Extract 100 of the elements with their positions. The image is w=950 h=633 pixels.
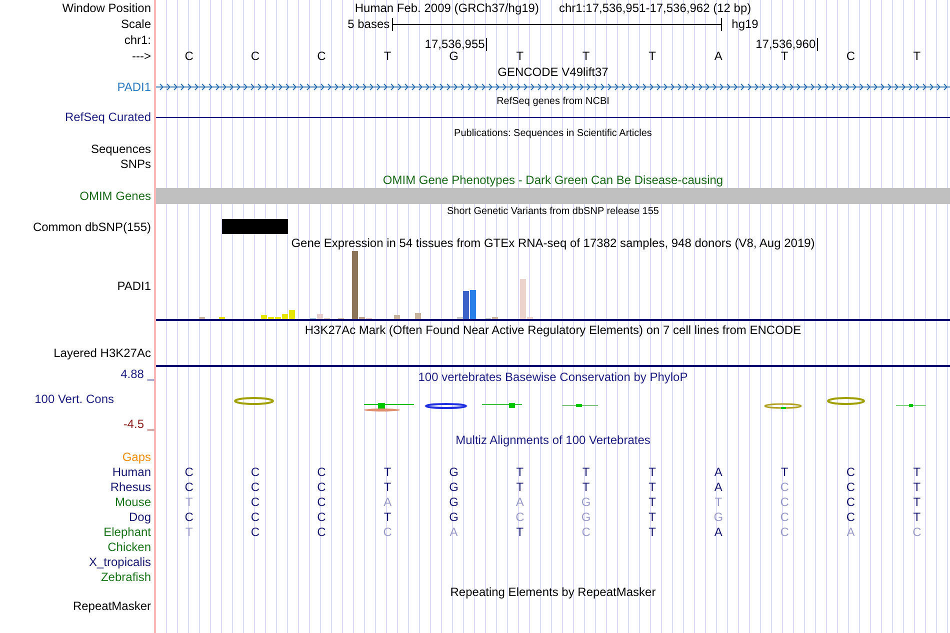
gene-label[interactable]: PADI1: [117, 80, 151, 94]
aligned-base: G: [581, 494, 591, 508]
aligned-base: A: [516, 494, 524, 508]
aligned-base: T: [185, 524, 193, 538]
base-letter: C: [846, 49, 856, 63]
aligned-base: A: [714, 524, 722, 538]
species-label: X_tropicalis: [88, 554, 151, 568]
aligned-base: T: [714, 494, 722, 508]
track-label: 100 Vert. Cons: [34, 392, 115, 406]
track-label: Gaps: [122, 450, 151, 464]
aligned-base: T: [384, 464, 392, 478]
base-letter: C: [250, 49, 260, 63]
track-label[interactable]: RefSeq Curated: [64, 110, 151, 124]
aligned-base: G: [714, 510, 724, 524]
track-label: PADI1: [117, 278, 151, 292]
aligned-base: G: [449, 464, 458, 478]
aligned-base: C: [317, 494, 326, 508]
base-letter: C: [184, 49, 194, 63]
aligned-base: T: [582, 464, 590, 478]
track-label: Window Position: [62, 1, 151, 15]
track-title: Multiz Alignments of 100 Vertebrates: [456, 433, 650, 447]
species-label: Dog: [128, 510, 151, 524]
track-title: H3K27Ac Mark (Often Found Near Active Regulatory Elements) on 7 cell lines from ENCODE: [304, 323, 802, 337]
track-title: RefSeq genes from NCBI: [496, 96, 610, 107]
aligned-base: C: [317, 524, 326, 538]
species-label: Chicken: [108, 540, 151, 554]
coordinate-tick: 17,536,960: [756, 38, 818, 51]
species-label: Mouse: [114, 494, 151, 508]
aligned-base: C: [780, 480, 789, 494]
aligned-base: A: [384, 494, 392, 508]
aligned-base: T: [582, 480, 590, 494]
aligned-base: T: [648, 464, 656, 478]
aligned-base: T: [384, 480, 392, 494]
aligned-base: C: [516, 510, 524, 524]
aligned-base: C: [846, 464, 856, 478]
aligned-base: C: [250, 524, 260, 538]
aligned-base: C: [184, 480, 194, 494]
position-text: chr1:17,536,951-17,536,962 (12 bp): [558, 1, 752, 15]
base-letter: G: [449, 49, 458, 63]
gene-model-drawing[interactable]: [156, 82, 950, 90]
aligned-base: G: [581, 510, 591, 524]
track-label: Scale: [120, 17, 151, 31]
aligned-base: C: [250, 494, 260, 508]
track-title: Repeating Elements by RepeatMasker: [450, 584, 656, 598]
aligned-base: C: [780, 510, 789, 524]
species-label: Human: [112, 464, 151, 478]
aligned-base: C: [846, 480, 856, 494]
aligned-base: G: [449, 510, 458, 524]
track-title: 100 vertebrates Basewise Conservation by PhyloP: [418, 370, 688, 384]
track-title: OMIM Gene Phenotypes - Dark Green Can Be Disease-causing: [382, 172, 724, 186]
species-label: Zebrafish: [100, 570, 151, 584]
aligned-base: C: [383, 524, 392, 538]
aligned-base: G: [449, 494, 458, 508]
aligned-base: C: [250, 510, 260, 524]
gene-model-line[interactable]: [156, 116, 950, 118]
aligned-base: T: [913, 464, 921, 478]
aligned-base: C: [184, 464, 194, 478]
aligned-base: C: [250, 480, 260, 494]
aligned-base: A: [714, 480, 722, 494]
species-label: Rhesus: [110, 480, 151, 494]
scale-text: 5 bases: [348, 17, 390, 31]
track-label: RepeatMasker: [72, 599, 151, 613]
aligned-base: C: [780, 494, 789, 508]
aligned-base: C: [317, 480, 326, 494]
track-label: Common dbSNP(155): [32, 220, 151, 234]
base-letter: T: [582, 49, 590, 63]
aligned-base: T: [384, 510, 392, 524]
track-label: --->: [132, 49, 151, 63]
aligned-base: C: [912, 524, 922, 538]
track-label: SNPs: [120, 156, 151, 170]
aligned-base: T: [516, 464, 524, 478]
aligned-base: T: [516, 480, 524, 494]
coordinate-tick: 17,536,955: [424, 38, 487, 51]
database-text: hg19: [732, 17, 758, 31]
aligned-base: T: [648, 510, 656, 524]
base-letter: T: [516, 49, 524, 63]
assembly-text: Human Feb. 2009 (GRCh37/hg19): [354, 1, 539, 15]
aligned-base: T: [185, 494, 193, 508]
aligned-base: C: [846, 510, 856, 524]
aligned-base: T: [913, 494, 921, 508]
aligned-base: T: [780, 464, 788, 478]
base-letter: T: [780, 49, 788, 63]
aligned-base: C: [317, 510, 326, 524]
axis-max-label: 4.88 _: [120, 367, 154, 381]
aligned-base: A: [450, 524, 458, 538]
track-label: Layered H3K27Ac: [54, 346, 151, 360]
track-label: chr1:: [124, 33, 151, 47]
aligned-base: T: [913, 510, 921, 524]
track-title: GENCODE V49lift37: [498, 64, 608, 78]
species-label: Elephant: [104, 524, 151, 538]
base-letter: T: [648, 49, 656, 63]
aligned-base: C: [184, 510, 194, 524]
track-title: Short Genetic Variants from dbSNP release 155: [447, 206, 659, 216]
aligned-base: C: [250, 464, 260, 478]
track-label: OMIM Genes: [80, 189, 151, 203]
aligned-base: T: [648, 524, 656, 538]
aligned-base: G: [449, 480, 458, 494]
aligned-base: T: [516, 524, 524, 538]
aligned-base: C: [317, 464, 326, 478]
aligned-base: T: [913, 480, 921, 494]
